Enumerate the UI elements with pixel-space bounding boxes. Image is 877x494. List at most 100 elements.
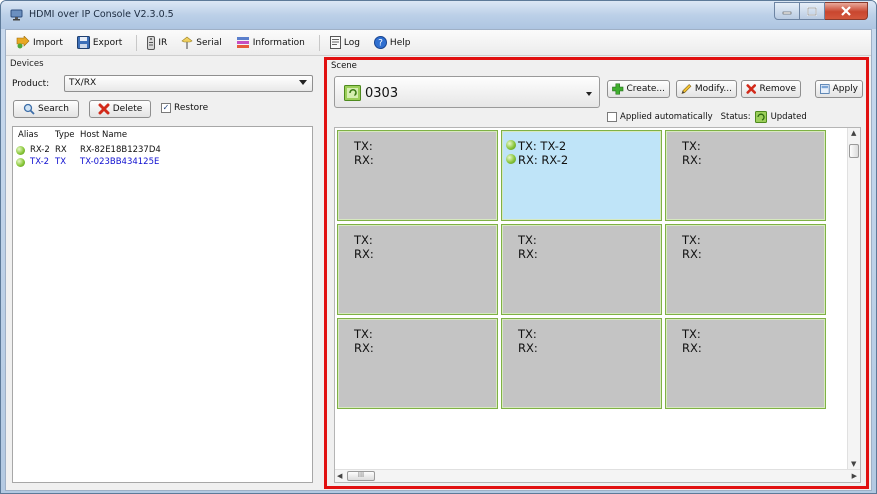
information-stack-icon — [236, 37, 249, 48]
search-button[interactable]: Search — [13, 100, 79, 118]
ir-button[interactable]: IR — [143, 33, 171, 53]
cell-rx: RX: — [682, 341, 702, 355]
window-title: HDMI over IP Console V2.3.0.5 — [29, 9, 174, 20]
vertical-scroll-thumb[interactable] — [849, 144, 859, 158]
maximize-button[interactable] — [800, 2, 825, 20]
device-alias: RX-2 — [30, 145, 50, 155]
column-host-name[interactable]: Host Name — [80, 130, 127, 140]
remove-button[interactable]: Remove — [741, 80, 801, 98]
app-window: HDMI over IP Console V2.3.0.5 Import Exp… — [0, 0, 877, 494]
title-bar[interactable]: HDMI over IP Console V2.3.0.5 — [1, 1, 876, 29]
cell-rx: RX: — [518, 341, 538, 355]
import-button[interactable]: Import — [12, 33, 67, 53]
cell-tx: TX: — [354, 233, 373, 247]
device-type: TX — [55, 157, 67, 167]
modify-button[interactable]: Modify... — [676, 80, 737, 98]
delete-button[interactable]: Delete — [89, 100, 151, 118]
cell-tx: TX: — [682, 139, 701, 153]
app-icon — [10, 9, 23, 21]
cell-tx: TX: — [518, 233, 537, 247]
device-row-tx-2[interactable]: TX-2 TX TX-023BB434125E — [13, 157, 312, 169]
restore-label: Restore — [174, 103, 209, 113]
minimize-button[interactable] — [774, 2, 800, 20]
scene-cell-4[interactable]: TX: RX: — [337, 224, 498, 315]
close-button[interactable] — [825, 2, 868, 20]
scene-cell-8[interactable]: TX: RX: — [501, 318, 662, 409]
restore-check-box[interactable]: ✓ — [161, 103, 171, 113]
scroll-right-icon[interactable]: ▶ — [852, 472, 857, 480]
device-alias: TX-2 — [30, 157, 50, 167]
product-dropdown[interactable]: TX/RX — [64, 75, 313, 92]
cell-tx: TX: — [354, 327, 373, 341]
log-button[interactable]: Log — [326, 33, 364, 53]
chevron-down-icon — [586, 92, 592, 96]
help-button[interactable]: ? Help — [370, 33, 415, 53]
product-value: TX/RX — [69, 78, 97, 88]
import-icon — [16, 36, 30, 49]
scroll-left-icon[interactable]: ◀ — [337, 472, 342, 480]
scene-cell-9[interactable]: TX: RX: — [665, 318, 826, 409]
cell-rx: RX: — [518, 247, 538, 261]
scroll-down-icon[interactable]: ▼ — [851, 460, 856, 468]
scene-grid[interactable]: TX: RX: TX: TX-2 RX: RX-2 TX: RX: TX: RX… — [334, 127, 861, 483]
delete-label: Delete — [112, 104, 143, 114]
maximize-icon — [807, 6, 817, 16]
remove-label: Remove — [759, 84, 796, 94]
scene-panel: Scene 0303 Create... Modify... Remove Ap… — [324, 57, 869, 489]
cell-rx: RX: RX-2 — [518, 153, 569, 167]
minimize-icon — [782, 11, 792, 15]
scene-dropdown[interactable]: 0303 — [334, 76, 600, 108]
device-list[interactable]: Alias Type Host Name RX-2 RX RX-82E18B12… — [12, 126, 313, 483]
rx-online-icon — [506, 154, 516, 164]
toolbar-divider — [136, 34, 138, 51]
ir-label: IR — [158, 37, 168, 48]
column-alias[interactable]: Alias — [18, 130, 38, 140]
column-type[interactable]: Type — [55, 130, 75, 140]
close-icon — [841, 6, 851, 16]
device-list-header: Alias Type Host Name — [13, 127, 312, 141]
create-button[interactable]: Create... — [607, 80, 670, 98]
cell-tx: TX: TX-2 — [518, 139, 567, 153]
export-label: Export — [92, 37, 123, 48]
cell-rx: RX: — [354, 247, 374, 261]
scene-cell-1[interactable]: TX: RX: — [337, 130, 498, 221]
cell-tx: TX: — [682, 233, 701, 247]
status-value: Updated — [770, 112, 807, 122]
cell-tx-line: TX: TX-2 — [506, 139, 567, 153]
main-toolbar: Import Export IR Serial Information Log … — [6, 30, 871, 56]
scene-cell-6[interactable]: TX: RX: — [665, 224, 826, 315]
apply-button[interactable]: Apply — [815, 80, 863, 98]
device-row-rx-2[interactable]: RX-2 RX RX-82E18B1237D4 — [13, 145, 312, 157]
restore-checkbox[interactable]: ✓ Restore — [161, 103, 208, 113]
svg-text:?: ? — [378, 39, 383, 49]
scene-cell-3[interactable]: TX: RX: — [665, 130, 826, 221]
scroll-up-icon[interactable]: ▲ — [851, 129, 856, 137]
delete-x-icon — [98, 103, 110, 115]
scene-cell-5[interactable]: TX: RX: — [501, 224, 662, 315]
serial-port-icon — [181, 36, 193, 49]
cell-rx: RX: — [354, 341, 374, 355]
apply-icon — [820, 84, 830, 94]
vertical-scrollbar[interactable]: ▲ ▼ — [847, 128, 860, 469]
horizontal-scroll-thumb[interactable]: III — [347, 471, 375, 481]
applied-automatically-checkbox[interactable] — [607, 112, 617, 122]
modify-label: Modify... — [694, 84, 732, 94]
pencil-icon — [681, 84, 692, 94]
save-disk-icon — [76, 36, 90, 49]
online-status-icon — [16, 146, 25, 155]
export-button[interactable]: Export — [73, 33, 126, 53]
client-area: Import Export IR Serial Information Log … — [5, 29, 872, 491]
tx-online-icon — [506, 140, 516, 150]
help-icon: ? — [373, 36, 387, 49]
serial-button[interactable]: Serial — [177, 33, 225, 53]
status-updated-icon — [754, 111, 767, 123]
scene-cell-2[interactable]: TX: TX-2 RX: RX-2 — [501, 130, 662, 221]
toolbar-divider — [318, 34, 320, 51]
scene-cell-7[interactable]: TX: RX: — [337, 318, 498, 409]
horizontal-scrollbar[interactable]: ◀ III ▶ — [335, 469, 860, 482]
cell-rx-line: RX: RX-2 — [506, 153, 569, 167]
applied-automatically-row: Applied automatically Status: Updated — [607, 111, 807, 123]
chevron-down-icon — [299, 80, 307, 85]
serial-label: Serial — [196, 37, 222, 48]
information-button[interactable]: Information — [232, 33, 309, 53]
